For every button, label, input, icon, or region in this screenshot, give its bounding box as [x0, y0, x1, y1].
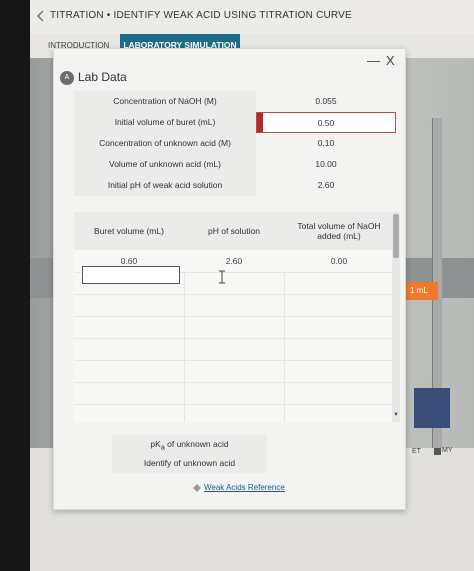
param-value: 0.055: [315, 96, 337, 106]
back-chevron-icon[interactable]: [34, 9, 48, 23]
param-label: Concentration of NaOH (M): [74, 91, 256, 112]
identify-acid-input[interactable]: [267, 454, 394, 473]
scroll-thumb[interactable]: [393, 214, 399, 258]
header-ph: pH of solution: [184, 212, 284, 250]
buret-volume-input[interactable]: [82, 266, 180, 284]
pka-input[interactable]: [267, 435, 394, 454]
cell-ph: 2.60: [225, 256, 243, 266]
param-value: 10.00: [315, 159, 337, 169]
grid-line: [74, 316, 394, 317]
volume-tag[interactable]: 1 mL: [406, 282, 438, 300]
pka-label: pKa of unknown acid: [150, 439, 229, 452]
text-cursor-icon: [219, 270, 225, 284]
param-value: 2.60: [317, 180, 335, 190]
param-label: Initial volume of buret (mL): [74, 112, 256, 133]
initial-buret-volume-input[interactable]: 0.50: [256, 112, 396, 133]
table-scrollbar[interactable]: ▼: [392, 212, 400, 422]
param-row: Initial pH of weak acid solution 2.60: [74, 175, 396, 196]
control-et[interactable]: ET: [412, 448, 421, 455]
param-label: Initial pH of weak acid solution: [74, 175, 256, 196]
control-my[interactable]: MY: [442, 447, 453, 454]
param-row: Volume of unknown acid (mL) 10.00: [74, 154, 396, 175]
my-icon: [434, 448, 441, 455]
header-total-volume: Total volume of NaOH added (mL): [284, 212, 394, 250]
header-buret-volume: Buret volume (mL): [74, 212, 184, 250]
grid-line: [74, 294, 394, 295]
titration-table: Buret volume (mL) pH of solution Total v…: [74, 212, 394, 422]
param-row: Initial volume of buret (mL) 0.50: [74, 112, 396, 133]
grid-line: [74, 360, 394, 361]
stirrer-base: [414, 388, 450, 428]
minimize-button[interactable]: —: [367, 53, 380, 68]
param-value: 0.10: [317, 138, 335, 148]
scroll-down-arrow-icon[interactable]: ▼: [393, 412, 399, 418]
app-screen: TITRATION • IDENTIFY WEAK ACID USING TIT…: [30, 0, 474, 571]
parameter-table: Concentration of NaOH (M) 0.055 Initial …: [74, 91, 396, 199]
param-row: Concentration of NaOH (M) 0.055: [74, 91, 396, 112]
grid-line: [74, 338, 394, 339]
reference-icon: [193, 484, 201, 492]
param-label: Concentration of unknown acid (M): [74, 133, 256, 154]
breadcrumb: TITRATION • IDENTIFY WEAK ACID USING TIT…: [50, 10, 352, 21]
top-bar: TITRATION • IDENTIFY WEAK ACID USING TIT…: [30, 0, 474, 34]
panel-title: Lab Data: [78, 70, 127, 84]
weak-acids-reference-link[interactable]: Weak Acids Reference: [204, 483, 285, 492]
result-table: pKa of unknown acid Identify of unknown …: [112, 435, 394, 473]
grid-line: [74, 404, 394, 405]
grid-line: [74, 382, 394, 383]
grid-column-line: [284, 272, 285, 422]
param-row: Concentration of unknown acid (M) 0.10: [74, 133, 396, 154]
cell-total-volume: 0.00: [330, 256, 348, 266]
lab-data-panel: A Lab Data — X Concentration of NaOH (M)…: [53, 48, 406, 510]
close-button[interactable]: X: [386, 53, 395, 68]
grid-column-line: [184, 272, 185, 422]
identify-acid-label: Identify of unknown acid: [143, 458, 236, 468]
panel-badge: A: [60, 71, 74, 85]
param-label: Volume of unknown acid (mL): [74, 154, 256, 175]
